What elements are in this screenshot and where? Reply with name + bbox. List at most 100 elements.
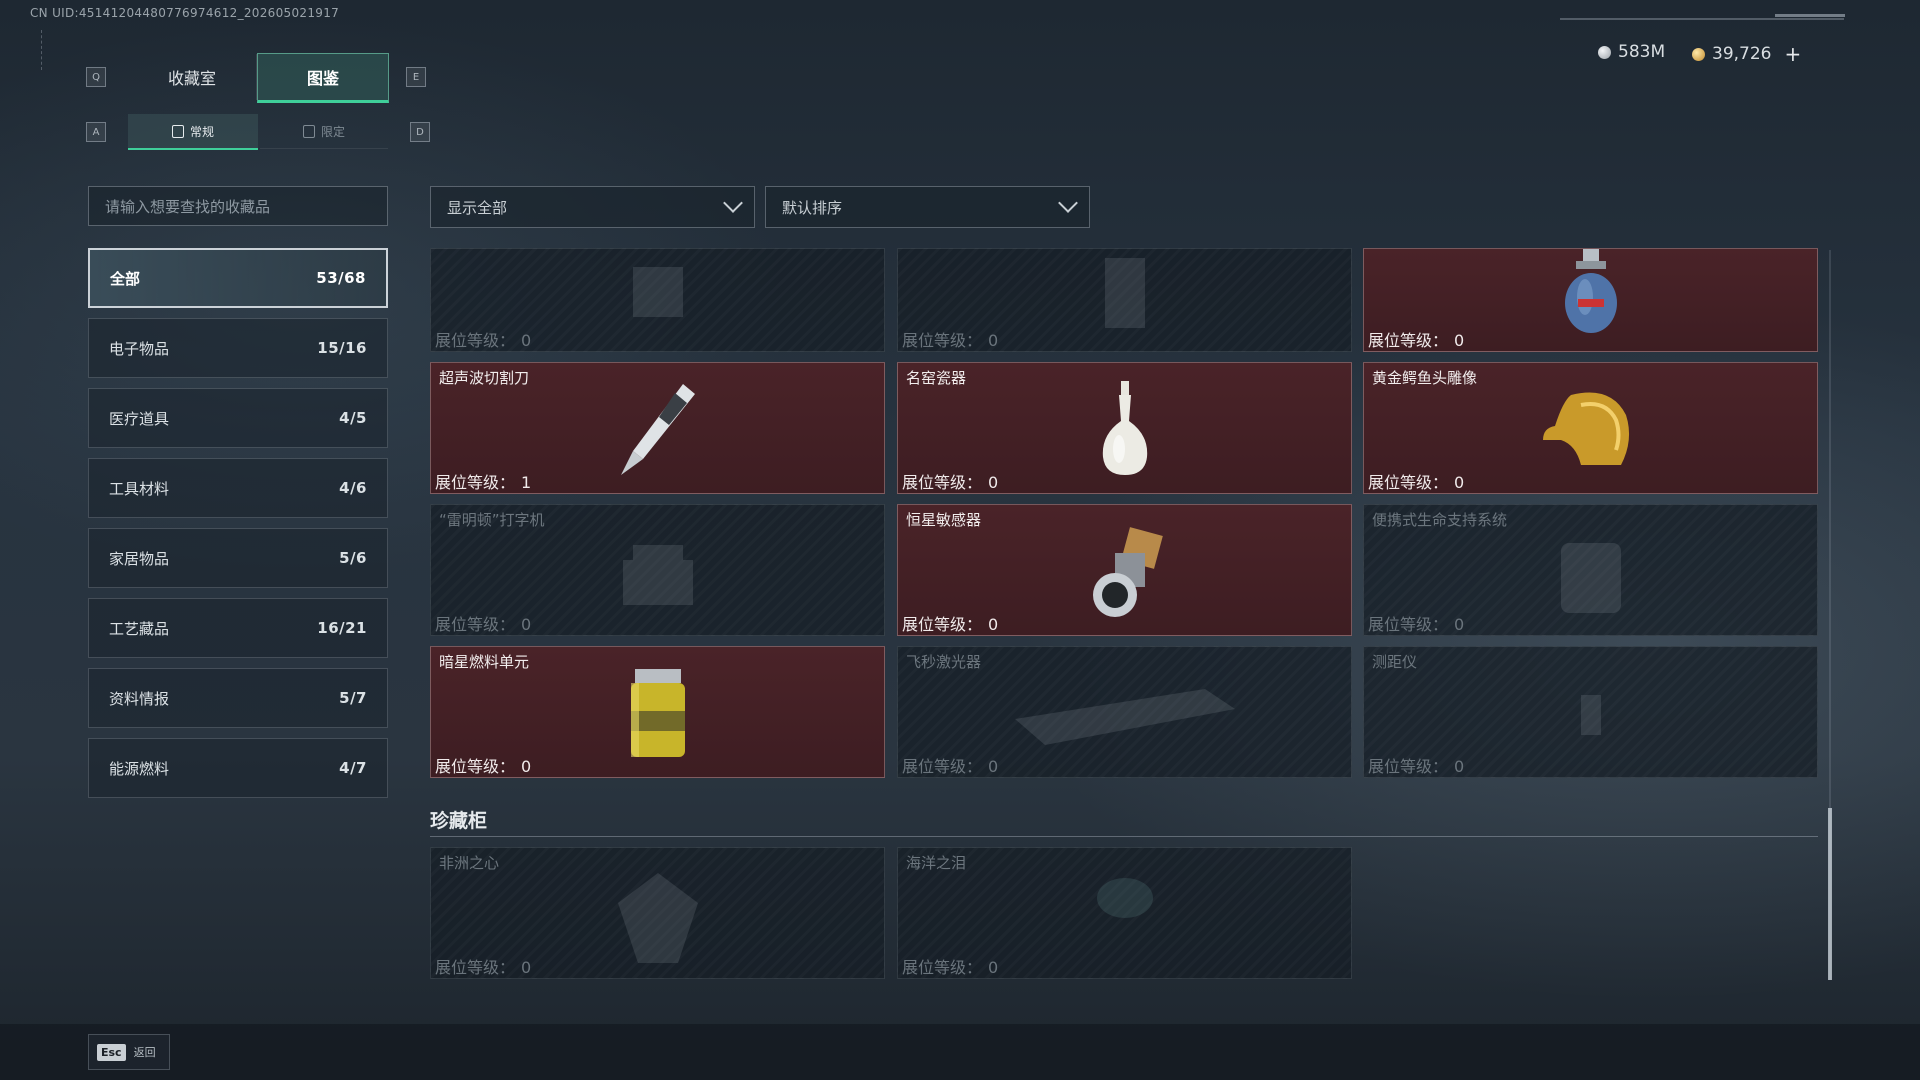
category-label: 能源燃料 [109,759,170,778]
back-button[interactable]: Esc 返回 [88,1034,170,1070]
item-name: 测距仪 [1372,653,1418,671]
collectible-card[interactable]: “雷明顿”打字机 展位等级： 0 [430,504,885,636]
category-label: 工艺藏品 [109,619,170,638]
collectible-card[interactable]: 非洲之心 展位等级： 0 [430,847,885,979]
flask-icon [171,124,184,138]
category-label: 医疗道具 [109,409,170,428]
tab-codex[interactable]: 图鉴 [257,53,389,103]
silver-currency: 583M [1598,42,1665,62]
category-count: 4/6 [339,479,367,497]
category-intel[interactable]: 资料情报 5/7 [88,668,388,728]
collectible-card[interactable]: 海洋之泪 展位等级： 0 [897,847,1352,979]
ultrasonic-knife-icon [620,384,695,475]
item-name: 海洋之泪 [906,854,967,872]
category-fuel[interactable]: 能源燃料 4/7 [88,738,388,798]
category-count: 15/16 [317,339,367,357]
bottom-bar [0,1024,1920,1080]
collectible-card[interactable]: 暗星燃料单元 展位等级： 0 [430,646,885,778]
item-name: 非洲之心 [439,854,500,872]
scrollbar-thumb[interactable] [1828,808,1832,980]
category-label: 电子物品 [109,339,170,358]
search-input[interactable]: 请输入想要查找的收藏品 [88,186,388,226]
tab-collection-room[interactable]: 收藏室 [128,54,257,100]
collectible-card[interactable]: 测距仪 展位等级： 0 [1363,646,1818,778]
fuel-cell-icon [630,669,685,757]
gas-canister-icon [1564,249,1617,333]
chevron-down-icon [1058,193,1078,213]
gold-coin-icon [1692,47,1705,61]
decorative-mark [41,30,52,70]
top-divider [1560,18,1844,20]
item-name: 便携式生命支持系统 [1372,511,1508,529]
item-name: 恒星敏感器 [906,511,982,529]
category-tools[interactable]: 工具材料 4/6 [88,458,388,518]
category-count: 4/5 [339,409,367,427]
display-level: 展位等级： 0 [435,757,532,776]
subtab-limited[interactable]: 限定 [260,114,388,149]
sort-dropdown[interactable]: 默认排序 [765,186,1090,228]
collectible-card[interactable]: 恒星敏感器 展位等级： 0 [897,504,1352,636]
image-icon [302,124,315,138]
category-count: 5/7 [339,689,367,707]
collectible-card[interactable]: 黄金鳄鱼头雕像 展位等级： 0 [1363,362,1818,494]
category-count: 16/21 [317,619,367,637]
object-silhouette-icon [632,267,683,317]
porcelain-vase-icon [1102,381,1147,475]
item-name: 黄金鳄鱼头雕像 [1372,369,1478,387]
star-sensor-icon [1092,527,1163,617]
display-level: 展位等级： 1 [435,473,532,492]
gold-currency: 39,726 + [1692,42,1801,66]
chevron-down-icon [723,193,743,213]
category-crafts[interactable]: 工艺藏品 16/21 [88,598,388,658]
next-subtab-key[interactable]: D [410,122,430,142]
category-count: 53/68 [316,269,366,287]
prev-tab-key[interactable]: Q [86,67,106,87]
display-level: 展位等级： 0 [435,615,532,634]
category-count: 4/7 [339,759,367,777]
cabinet-section-title: 珍藏柜 [430,810,488,832]
item-name: “雷明顿”打字机 [439,511,545,529]
prev-subtab-key[interactable]: A [86,122,106,142]
collectible-card[interactable]: 飞秒激光器 展位等级： 0 [897,646,1352,778]
category-medical[interactable]: 医疗道具 4/5 [88,388,388,448]
display-level: 展位等级： 0 [1368,757,1465,776]
display-level: 展位等级： 0 [902,757,999,776]
subtab-regular[interactable]: 常规 [128,114,258,150]
display-level: 展位等级： 0 [902,958,999,977]
player-uid: CN UID:4514120448077697461​2_20260502191… [30,6,340,20]
gem-icon [1096,878,1153,918]
display-level: 展位等级： 0 [435,958,532,977]
display-level: 展位等级： 0 [902,473,999,492]
collectible-card[interactable]: 展位等级： 0 [1363,248,1818,352]
object-silhouette-icon [1104,258,1145,328]
typewriter-icon [622,545,693,605]
silver-coin-icon [1598,45,1611,59]
laser-icon [1014,689,1235,745]
rangefinder-icon [1580,695,1601,735]
collectible-card[interactable]: 展位等级： 0 [897,248,1352,352]
add-currency-button[interactable]: + [1784,42,1801,66]
next-tab-key[interactable]: E [406,67,426,87]
item-name: 飞秒激光器 [906,653,982,671]
filter-dropdown[interactable]: 显示全部 [430,186,755,228]
golden-crocodile-icon [1542,392,1629,465]
section-divider [430,836,1818,837]
silver-amount: 583M [1618,42,1666,62]
filter-value: 显示全部 [447,198,508,217]
collectible-card[interactable]: 超声波切割刀 展位等级： 1 [430,362,885,494]
collectible-card[interactable]: 展位等级： 0 [430,248,885,352]
category-label: 全部 [110,269,141,288]
esc-key: Esc [97,1043,126,1061]
item-name: 名窑瓷器 [906,369,967,387]
collectible-card[interactable]: 名窑瓷器 展位等级： 0 [897,362,1352,494]
category-label: 工具材料 [109,479,170,498]
category-household[interactable]: 家居物品 5/6 [88,528,388,588]
display-level: 展位等级： 0 [902,331,999,350]
category-all[interactable]: 全部 53/68 [88,248,388,308]
sort-value: 默认排序 [782,198,843,217]
category-label: 家居物品 [109,549,170,568]
collectible-card[interactable]: 便携式生命支持系统 展位等级： 0 [1363,504,1818,636]
category-electronics[interactable]: 电子物品 15/16 [88,318,388,378]
display-level: 展位等级： 0 [902,615,999,634]
subtab-regular-label: 常规 [189,124,214,139]
